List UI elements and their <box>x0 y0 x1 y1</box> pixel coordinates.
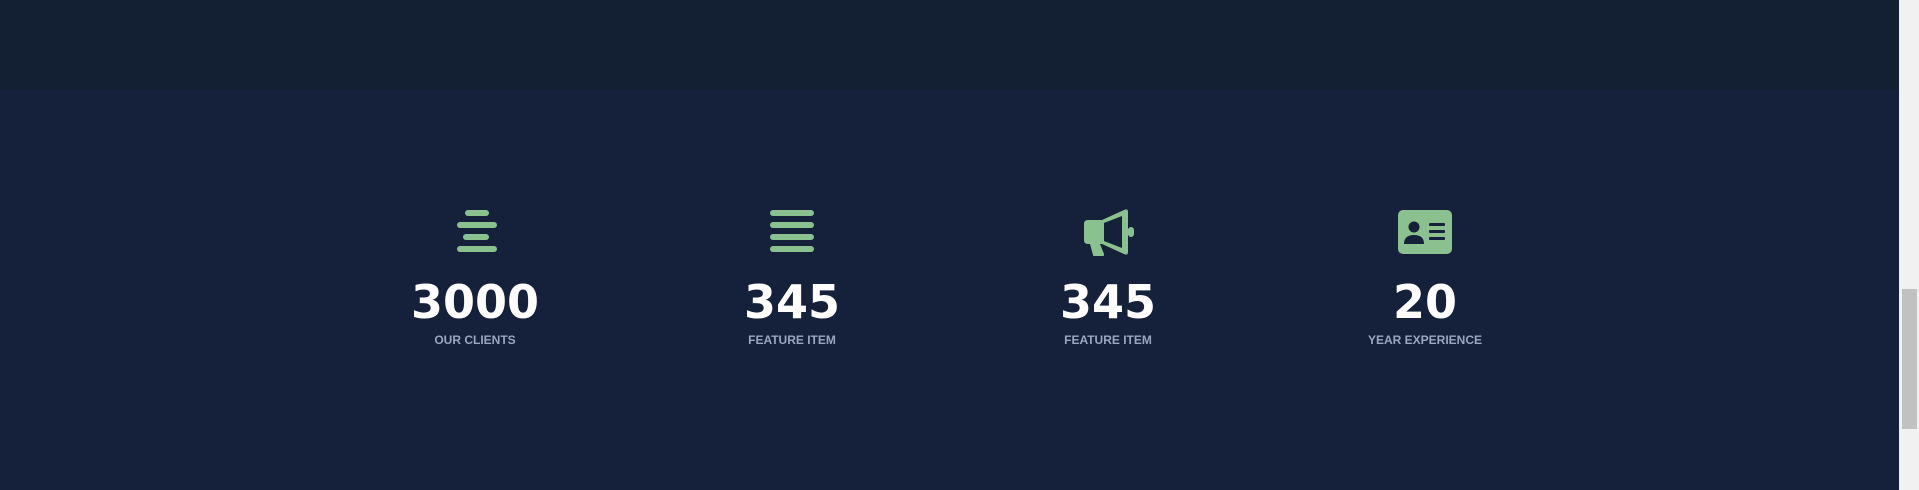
stat-item-feature-2: 345 FEATURE ITEM <box>988 208 1228 347</box>
megaphone-icon <box>1080 208 1136 256</box>
stat-label: FEATURE ITEM <box>748 333 836 347</box>
stat-label: FEATURE ITEM <box>1064 333 1152 347</box>
stat-item-feature-1: 345 FEATURE ITEM <box>672 208 912 347</box>
stat-item-clients: 3000 OUR CLIENTS <box>355 208 595 347</box>
list-bars-icon <box>764 208 820 256</box>
scrollbar-thumb[interactable] <box>1902 289 1917 429</box>
stat-label: OUR CLIENTS <box>434 333 516 347</box>
scrollbar[interactable] <box>1899 0 1919 490</box>
stat-value: 345 <box>1059 275 1157 329</box>
top-section-band <box>0 0 1899 90</box>
stat-value: 20 <box>1392 275 1457 329</box>
page: 3000 OUR CLIENTS 345 FEATURE ITEM 345 FE… <box>0 0 1919 490</box>
align-center-icon <box>447 208 503 256</box>
id-card-icon <box>1397 208 1453 256</box>
stat-item-experience: 20 YEAR EXPERIENCE <box>1305 208 1545 347</box>
stat-label: YEAR EXPERIENCE <box>1367 333 1483 347</box>
stat-value: 3000 <box>410 275 540 329</box>
stats-section: 3000 OUR CLIENTS 345 FEATURE ITEM 345 FE… <box>0 90 1899 490</box>
stat-value: 345 <box>743 275 841 329</box>
